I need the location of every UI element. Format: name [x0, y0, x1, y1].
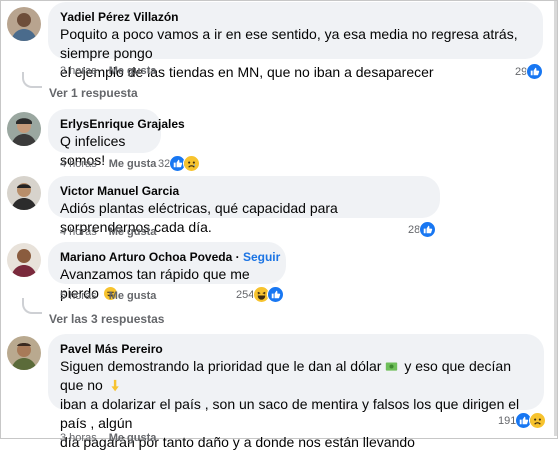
comment-meta: 4 horas Me gusta [60, 158, 156, 170]
avatar[interactable] [7, 112, 41, 146]
comment-author[interactable]: ErlysEnrique Grajales [60, 116, 185, 132]
comment-meta: 3 horas Me gusta [60, 432, 156, 444]
comment-bubble: Yadiel Pérez Villazón Poquito a poco vam… [48, 2, 543, 80]
avatar[interactable] [7, 176, 41, 210]
like-button[interactable]: Me gusta [109, 290, 157, 302]
avatar[interactable] [7, 7, 41, 41]
money-emoji-icon [385, 359, 398, 372]
view-replies-label[interactable]: Ver las 3 respuestas [49, 312, 164, 326]
view-replies-label[interactable]: Ver 1 respuesta [49, 86, 138, 100]
point-down-emoji-icon [109, 378, 122, 392]
comment-bubble: Victor Manuel Garcia Adiós plantas eléct… [48, 176, 440, 235]
comment-time[interactable]: 3 horas [60, 65, 97, 77]
reaction-count: 254 [236, 288, 255, 301]
view-replies-link[interactable]: Ver las 3 respuestas [22, 298, 164, 326]
avatar[interactable] [7, 336, 41, 370]
comment-author-line: Mariano Arturo Ochoa Poveda · Seguir [60, 249, 280, 265]
sad-icon [529, 412, 547, 429]
reply-thread-line [22, 72, 42, 88]
follow-button[interactable]: Seguir [243, 250, 280, 264]
comment-text-line: Siguen demostrando la prioridad que le d… [60, 357, 532, 395]
comment-meta: 5 horas Me gusta [60, 290, 156, 302]
avatar[interactable] [7, 243, 41, 277]
view-replies-link[interactable]: Ver 1 respuesta [22, 72, 138, 100]
comment-bubble: ErlysEnrique Grajales Q infelices somos! [48, 109, 185, 168]
comment-time[interactable]: 4 horas [60, 158, 97, 170]
comment-bubble: Pavel Más Pereiro Siguen demostrando la … [48, 334, 544, 450]
reaction-summary[interactable]: 28 [408, 221, 437, 238]
comment-time[interactable]: 5 horas [60, 290, 97, 302]
comment-author[interactable]: Pavel Más Pereiro [60, 341, 532, 357]
scrollbar[interactable] [554, 1, 557, 436]
reaction-count: 191 [498, 414, 517, 427]
reaction-summary[interactable]: 254 [236, 286, 285, 303]
comment-time[interactable]: 3 horas [60, 432, 97, 444]
separator-dot: · [232, 250, 243, 264]
reaction-summary[interactable]: 29 [515, 63, 544, 80]
comment-time[interactable]: 4 horas [60, 226, 97, 238]
like-icon [267, 286, 285, 303]
comment-text: Siguen demostrando la prioridad que le d… [60, 358, 382, 374]
like-button[interactable]: Me gusta [109, 226, 157, 238]
reply-thread-line [22, 298, 42, 314]
like-icon [526, 63, 544, 80]
sad-icon [183, 155, 201, 172]
comment-bubble: Mariano Arturo Ochoa Poveda · Seguir Ava… [48, 242, 286, 301]
reaction-summary[interactable]: 191 [498, 412, 547, 429]
comment-meta: 3 horas Me gusta [60, 65, 156, 77]
like-button[interactable]: Me gusta [109, 432, 157, 444]
comment-author[interactable]: Mariano Arturo Ochoa Poveda [60, 250, 232, 264]
comment-author[interactable]: Victor Manuel Garcia [60, 183, 428, 199]
like-icon [419, 221, 437, 238]
like-button[interactable]: Me gusta [109, 65, 157, 77]
like-button[interactable]: Me gusta [109, 158, 157, 170]
comment-text-line: Poquito a poco vamos a ir en ese sentido… [60, 26, 518, 61]
comment-meta: 4 horas Me gusta [60, 226, 156, 238]
reaction-summary[interactable]: 32 [158, 155, 201, 172]
comment-text-line: iban a dolarizar el país , son un saco d… [60, 396, 520, 431]
comment-author[interactable]: Yadiel Pérez Villazón [60, 9, 531, 25]
